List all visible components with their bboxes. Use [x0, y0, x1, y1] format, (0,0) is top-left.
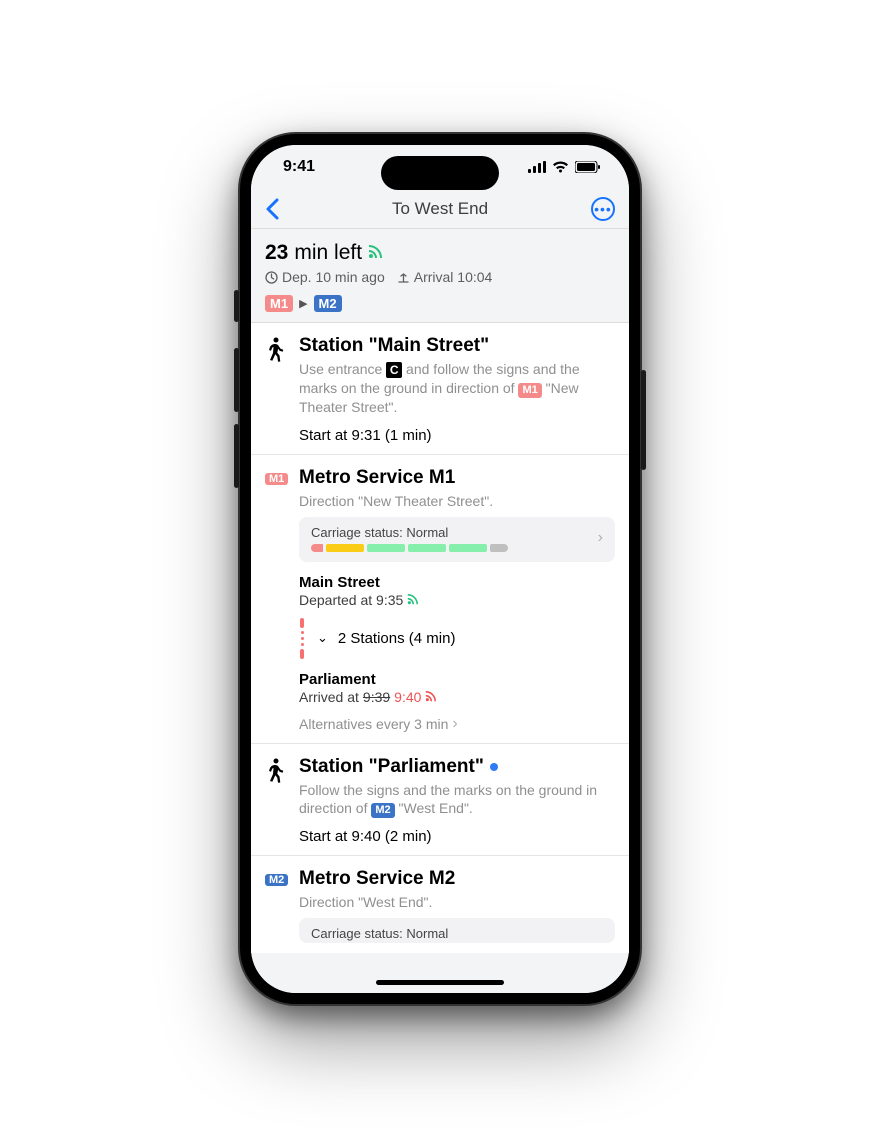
- live-icon: [425, 691, 436, 702]
- back-button[interactable]: [265, 198, 289, 220]
- from-stop-time: Departed at 9:35: [299, 592, 403, 608]
- live-icon: [407, 594, 418, 605]
- line-badge-m2: M2: [314, 295, 342, 312]
- duration-unit: min left: [294, 241, 362, 265]
- route-line-badges: M1 ▶ M2: [265, 295, 615, 312]
- chevron-right-icon: ›: [598, 529, 603, 547]
- carriage-status-card[interactable]: Carriage status: Normal: [299, 517, 615, 562]
- line-icon: M1: [265, 467, 289, 487]
- chevron-right-icon: ›: [452, 715, 457, 733]
- cellular-icon: [528, 161, 546, 173]
- duration-value: 23: [265, 241, 288, 265]
- home-indicator[interactable]: [376, 980, 504, 985]
- inline-line-badge: M1: [518, 383, 541, 398]
- carriage-status-label: Carriage status: Normal: [311, 525, 590, 540]
- from-stop: Main Street: [299, 574, 615, 591]
- nav-title: To West End: [392, 199, 488, 219]
- clock-icon: [265, 271, 278, 284]
- step-title: Metro Service M1: [299, 467, 615, 489]
- intermediate-stops-label: 2 Stations (4 min): [338, 630, 456, 647]
- to-stop-time-new: 9:40: [394, 689, 421, 705]
- step-description: Follow the signs and the marks on the gr…: [299, 781, 615, 819]
- walk-icon: [265, 756, 289, 784]
- step-title: Station "Main Street": [299, 335, 615, 357]
- step-walk[interactable]: Station "Main Street" Use entrance C and…: [251, 323, 629, 455]
- chevron-down-icon: ⌄: [317, 630, 328, 646]
- entrance-badge: C: [386, 362, 402, 378]
- trip-summary: 23 min left Dep. 10 min ago Arri: [251, 229, 629, 323]
- carriage-status-card[interactable]: Carriage status: Normal: [299, 918, 615, 943]
- intermediate-stops-toggle[interactable]: ⌄ 2 Stations (4 min): [297, 618, 615, 659]
- walk-icon: [265, 335, 289, 363]
- departure-text: Dep. 10 min ago: [282, 269, 385, 285]
- to-stop-time-prefix: Arrived at: [299, 689, 359, 705]
- carriage-bar: [311, 544, 590, 552]
- phone-frame: 9:41 To West End •••: [240, 134, 640, 1004]
- live-location-dot: [490, 763, 498, 771]
- route-separator: ▶: [299, 297, 307, 310]
- line-badge-m1: M1: [265, 295, 293, 312]
- step-metro[interactable]: M1 Metro Service M1 Direction "New Theat…: [251, 455, 629, 744]
- nav-bar: To West End •••: [251, 189, 629, 229]
- step-start-time: Start at 9:31 (1 min): [299, 427, 615, 444]
- more-button[interactable]: •••: [591, 197, 615, 221]
- arrival-text: Arrival 10:04: [414, 269, 493, 285]
- to-stop-time-old: 9:39: [363, 689, 390, 705]
- inline-line-badge: M2: [371, 803, 394, 818]
- step-walk[interactable]: Station "Parliament" Follow the signs an…: [251, 744, 629, 857]
- wifi-icon: [552, 161, 569, 173]
- steps-list[interactable]: Station "Main Street" Use entrance C and…: [251, 323, 629, 953]
- alternatives-link[interactable]: Alternatives every 3 min ›: [299, 715, 615, 733]
- step-direction: Direction "New Theater Street".: [299, 492, 615, 511]
- step-start-time: Start at 9:40 (2 min): [299, 828, 615, 845]
- dynamic-island: [381, 156, 499, 190]
- step-direction: Direction "West End".: [299, 893, 615, 912]
- step-title: Station "Parliament": [299, 756, 615, 778]
- carriage-status-label: Carriage status: Normal: [311, 926, 603, 941]
- step-description: Use entrance C and follow the signs and …: [299, 360, 615, 417]
- live-icon: [368, 245, 382, 259]
- line-icon: M2: [265, 868, 289, 888]
- battery-icon: [575, 161, 601, 173]
- step-title: Metro Service M2: [299, 868, 615, 890]
- arrival-icon: [397, 271, 410, 284]
- to-stop: Parliament: [299, 671, 615, 688]
- step-metro[interactable]: M2 Metro Service M2 Direction "West End"…: [251, 856, 629, 947]
- status-time: 9:41: [283, 158, 315, 176]
